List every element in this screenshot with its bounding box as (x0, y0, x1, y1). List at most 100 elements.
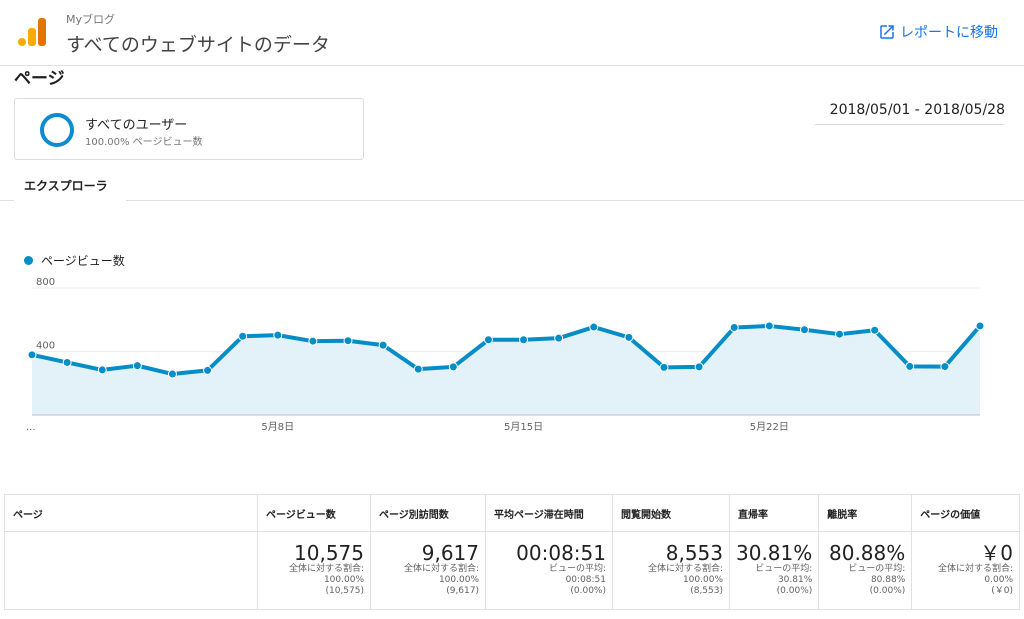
chart-legend[interactable]: ページビュー数 (24, 252, 125, 269)
x-tick-label: 5月22日 (750, 421, 789, 433)
total-detail: (8,553) (690, 586, 723, 596)
total-caption: 全体に対する割合: (937, 564, 1013, 574)
totals-cell: 00:08:51 ビューの平均: 00:08:51 (0.00%) (485, 531, 613, 610)
column-header-unique-pageviews[interactable]: ページ別訪問数 (370, 494, 486, 532)
data-point[interactable] (835, 329, 845, 339)
data-point[interactable] (378, 340, 388, 350)
total-detail: (0.00%) (869, 586, 906, 596)
data-point[interactable] (694, 362, 704, 372)
data-point[interactable] (940, 362, 950, 372)
data-point[interactable] (343, 336, 353, 346)
pageviews-line-chart[interactable]: 400 800... 5月8日 5月15日 5月22日 (0, 270, 1024, 440)
data-point[interactable] (273, 330, 283, 340)
data-point[interactable] (554, 333, 564, 343)
total-caption: 全体に対する割合: (403, 564, 479, 574)
column-header-page[interactable]: ページ (4, 494, 258, 532)
totals-cell: 80.88% ビューの平均: 80.88% (0.00%) (818, 531, 912, 610)
total-caption: 全体に対する割合: (288, 564, 364, 574)
total-percent: 0.00% (984, 575, 1013, 585)
total-value: 10,575 (294, 541, 364, 565)
column-header-entrances[interactable]: 閲覧開始数 (612, 494, 730, 532)
data-point[interactable] (729, 323, 739, 333)
total-value: ￥0 (980, 541, 1013, 565)
total-value: 00:08:51 (516, 541, 606, 565)
data-point[interactable] (62, 357, 72, 367)
segment-card[interactable]: すべてのユーザー 100.00% ページビュー数 (14, 98, 364, 160)
totals-cell: ￥0 全体に対する割合: 0.00% (￥0) (911, 531, 1020, 610)
analytics-logo-icon (18, 18, 46, 46)
data-point[interactable] (308, 336, 318, 346)
page-title: ページ (14, 69, 65, 89)
column-header-pageviews[interactable]: ページビュー数 (257, 494, 371, 532)
legend-label: ページビュー数 (41, 254, 125, 268)
totals-cell: 9,617 全体に対する割合: 100.00% (9,617) (370, 531, 486, 610)
tab-divider (0, 200, 1024, 201)
y-tick-label: 400 (36, 341, 55, 352)
total-percent: 30.81% (777, 575, 813, 585)
total-detail: (0.00%) (570, 586, 606, 596)
data-point[interactable] (27, 350, 37, 360)
totals-cell: 30.81% ビューの平均: 30.81% (0.00%) (728, 531, 819, 610)
report-table: ページ ページビュー数 ページ別訪問数 平均ページ滞在時間 閲覧開始数 直帰率 … (4, 494, 1020, 610)
segment-ring-icon (40, 113, 74, 147)
total-percent: 100.00% (323, 575, 364, 585)
data-point[interactable] (203, 365, 213, 375)
total-caption: ビューの平均: (848, 564, 906, 574)
data-point[interactable] (905, 361, 915, 371)
data-point[interactable] (764, 321, 774, 331)
data-point[interactable] (238, 331, 248, 341)
column-header-avg-time[interactable]: 平均ページ滞在時間 (485, 494, 613, 532)
totals-cell: 8,553 全体に対する割合: 100.00% (8,553) (612, 531, 730, 610)
data-point[interactable] (413, 364, 423, 374)
column-header-page-value[interactable]: ページの価値 (911, 494, 1020, 532)
data-point[interactable] (624, 332, 634, 342)
totals-cell: 10,575 全体に対する割合: 100.00% (10,575) (257, 531, 371, 610)
total-percent: 00:08:51 (565, 575, 606, 585)
total-detail: (9,617) (446, 586, 479, 596)
total-caption: 全体に対する割合: (647, 564, 723, 574)
column-header-exit-rate[interactable]: 離脱率 (818, 494, 912, 532)
property-name[interactable]: すべてのウェブサイトのデータ (66, 30, 330, 57)
tab-active-indicator (14, 199, 126, 201)
data-point[interactable] (448, 362, 458, 372)
table-header-row: ページ ページビュー数 ページ別訪問数 平均ページ滞在時間 閲覧開始数 直帰率 … (4, 494, 1020, 532)
open-external-icon (880, 25, 894, 39)
segment-name: すべてのユーザー (85, 118, 188, 133)
total-value: 80.88% (829, 541, 906, 565)
totals-page-cell (5, 532, 258, 610)
account-name[interactable]: Myブログ (66, 11, 115, 27)
x-tick-label: 5月15日 (504, 421, 543, 433)
go-to-report-label: レポートに移動 (900, 25, 998, 41)
data-point[interactable] (132, 361, 142, 371)
x-tick-label: 5月8日 (261, 421, 294, 433)
total-detail: (￥0) (991, 586, 1013, 596)
total-detail: (10,575) (325, 586, 364, 596)
data-point[interactable] (167, 369, 177, 379)
data-point[interactable] (589, 322, 599, 332)
total-percent: 80.88% (870, 575, 906, 585)
total-caption: ビューの平均: (755, 564, 813, 574)
x-tick-label: ... (26, 422, 36, 433)
data-point[interactable] (870, 325, 880, 335)
app-header: Myブログ すべてのウェブサイトのデータ レポートに移動 (0, 0, 1024, 66)
data-point[interactable] (799, 325, 809, 335)
data-point[interactable] (483, 335, 493, 345)
segment-subtitle: 100.00% ページビュー数 (85, 137, 203, 148)
total-value: 8,553 (665, 541, 723, 565)
total-caption: ビューの平均: (548, 564, 606, 574)
date-range-picker[interactable]: 2018/05/01 - 2018/05/28 (815, 102, 1005, 125)
data-point[interactable] (519, 335, 529, 345)
legend-dot-icon (24, 256, 33, 265)
total-percent: 100.00% (438, 575, 479, 585)
total-value: 9,617 (421, 541, 479, 565)
column-header-bounce-rate[interactable]: 直帰率 (728, 494, 819, 532)
go-to-report-link[interactable]: レポートに移動 (878, 22, 998, 42)
data-point[interactable] (659, 362, 669, 372)
y-tick-label: 800 (36, 277, 55, 288)
total-value: 30.81% (736, 541, 813, 565)
tab-explorer[interactable]: エクスプローラ (24, 177, 108, 194)
data-point[interactable] (97, 365, 107, 375)
total-percent: 100.00% (682, 575, 723, 585)
data-point[interactable] (975, 321, 985, 331)
total-detail: (0.00%) (776, 586, 813, 596)
